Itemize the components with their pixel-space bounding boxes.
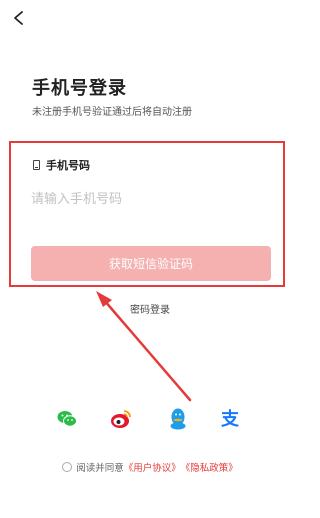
svg-text:支: 支 [220,408,240,430]
privacy-policy-link[interactable]: 《隐私政策》 [181,460,238,474]
user-agreement-link[interactable]: 《用户协议》 [124,460,181,474]
agree-radio[interactable] [62,462,73,472]
weibo-icon[interactable] [108,406,134,432]
phone-icon [33,160,40,170]
chevron-left-icon[interactable] [10,9,28,27]
phone-label: 手机号码 [46,159,90,172]
social-login-row: 支 [0,406,300,436]
agreement-row: 阅读并同意 《用户协议》 《隐私政策》 [0,460,300,474]
phone-input[interactable] [31,187,251,211]
phone-label-row: 手机号码 [33,157,90,173]
qq-icon[interactable] [165,406,191,432]
get-sms-code-button[interactable]: 获取短信验证码 [31,246,271,281]
password-login-link[interactable]: 密码登录 [0,301,300,316]
alipay-icon[interactable]: 支 [219,406,245,432]
wechat-icon[interactable] [54,406,80,432]
login-page: 手机号登录 未注册手机号验证通过后将自动注册 手机号码 获取短信验证码 密码登录 [0,0,300,518]
page-title: 手机号登录 [32,78,127,99]
page-subtitle: 未注册手机号验证通过后将自动注册 [32,107,192,118]
phone-login-box: 手机号码 获取短信验证码 [9,141,285,287]
agreement-prefix: 阅读并同意 [76,463,124,474]
